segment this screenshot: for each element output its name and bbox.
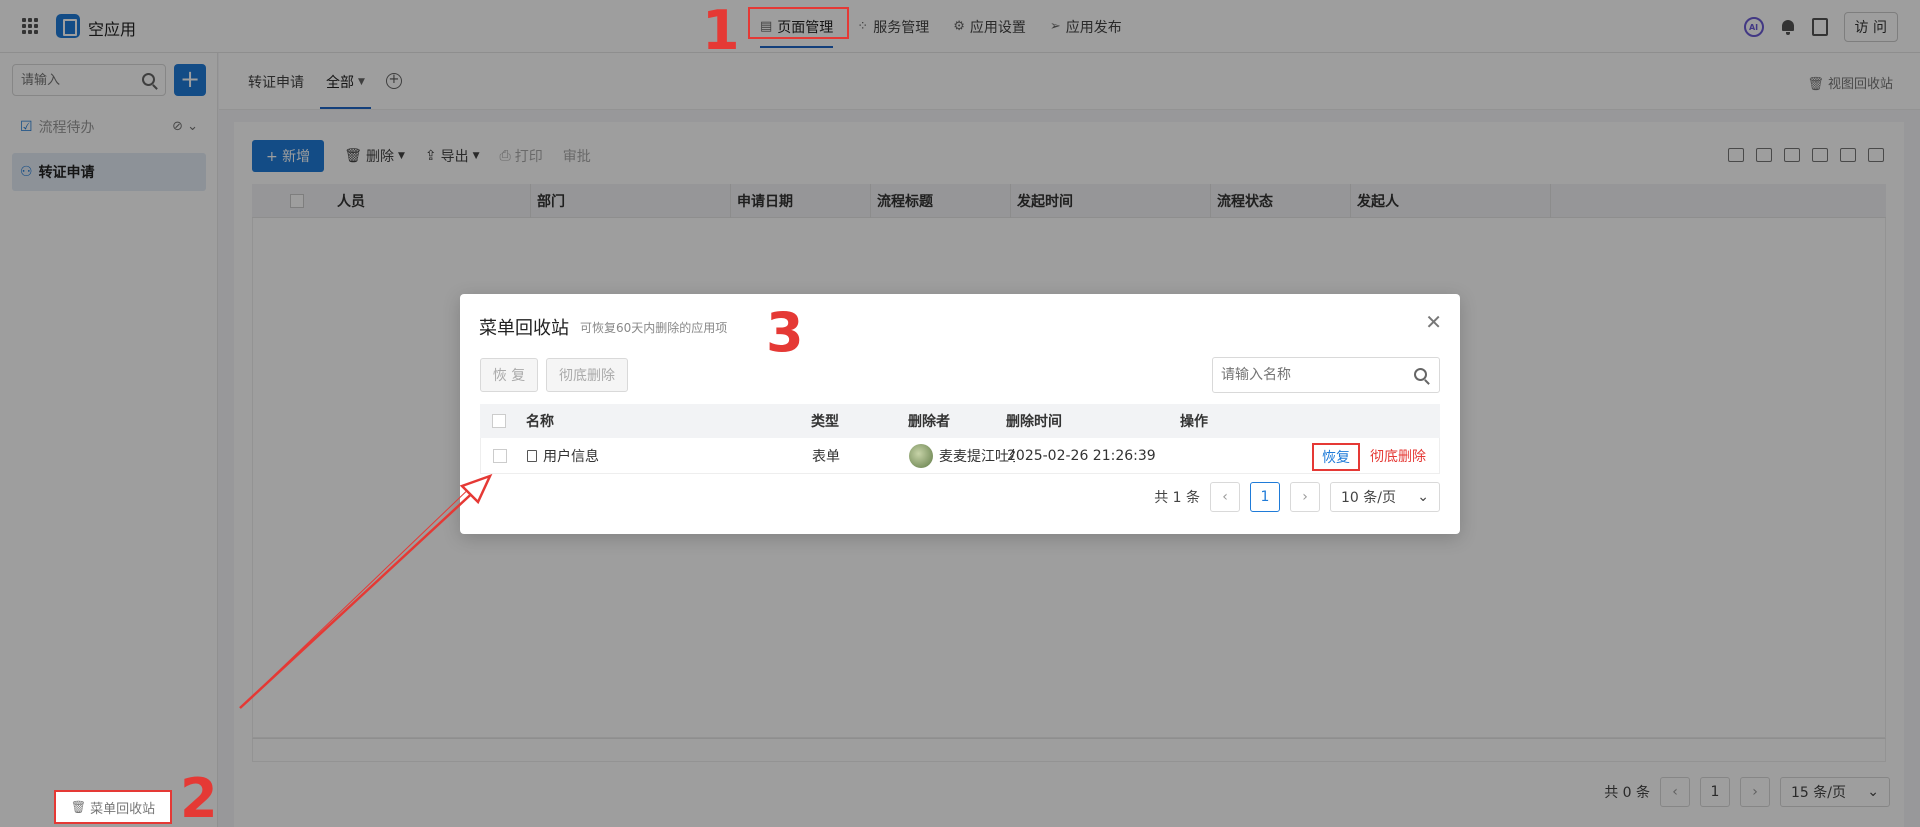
step-number-3: 3 [766,301,804,364]
trash-icon: 🗑 [70,800,87,814]
menu-recycle-bin-button[interactable]: 🗑 菜单回收站 [54,790,172,824]
avatar [909,443,933,468]
total-count: 共 1 条 [1154,490,1200,506]
column-header: 删除者 [908,414,950,430]
chevron-down-icon: ⌄ [1417,489,1429,505]
recycle-bin-dialog: 菜单回收站 可恢复60天内删除的应用项 ✕ 恢 复 彻底删除 名称 类型 删除者… [460,294,1460,534]
column-header: 类型 [811,414,839,430]
recycle-table-header: 名称 类型 删除者 删除时间 操作 [480,404,1440,438]
column-header: 名称 [526,414,554,430]
prev-page-button[interactable]: ‹ [1210,482,1240,512]
page-size-select[interactable]: 10 条/页 ⌄ [1330,482,1440,512]
row-checkbox[interactable] [493,448,507,463]
form-file-icon [527,449,537,462]
next-page-button[interactable]: › [1290,482,1320,512]
select-all-checkbox[interactable] [492,414,506,428]
page-number-button[interactable]: 1 [1250,482,1280,512]
dialog-pagination: 共 1 条 ‹ 1 › 10 条/页 ⌄ [1154,482,1440,512]
column-header: 操作 [1180,414,1208,430]
column-header: 删除时间 [1006,414,1062,430]
purge-selected-button[interactable]: 彻底删除 [546,358,628,392]
restore-selected-button[interactable]: 恢 复 [480,358,538,392]
search-icon[interactable] [1414,368,1427,381]
highlight-box-page-management [748,7,849,39]
name-search-input[interactable] [1213,358,1403,392]
dialog-subtitle: 可恢复60天内删除的应用项 [580,321,728,335]
step-number-2: 2 [180,767,218,827]
dialog-search [1212,357,1440,393]
row-deleter: 麦麦提江吐尔 [909,438,1015,473]
close-icon[interactable]: ✕ [1425,312,1442,332]
row-name: 用户信息 [527,438,599,473]
table-row: 用户信息 表单 麦麦提江吐尔 2025-02-26 21:26:39 恢复 彻底… [480,438,1440,474]
row-deleted-time: 2025-02-26 21:26:39 [1007,447,1156,464]
step-number-1: 1 [702,0,740,62]
restore-row-link[interactable]: 恢复 [1312,443,1360,471]
dialog-title: 菜单回收站 [479,318,569,339]
purge-row-link[interactable]: 彻底删除 [1370,438,1426,474]
row-type: 表单 [812,448,840,465]
